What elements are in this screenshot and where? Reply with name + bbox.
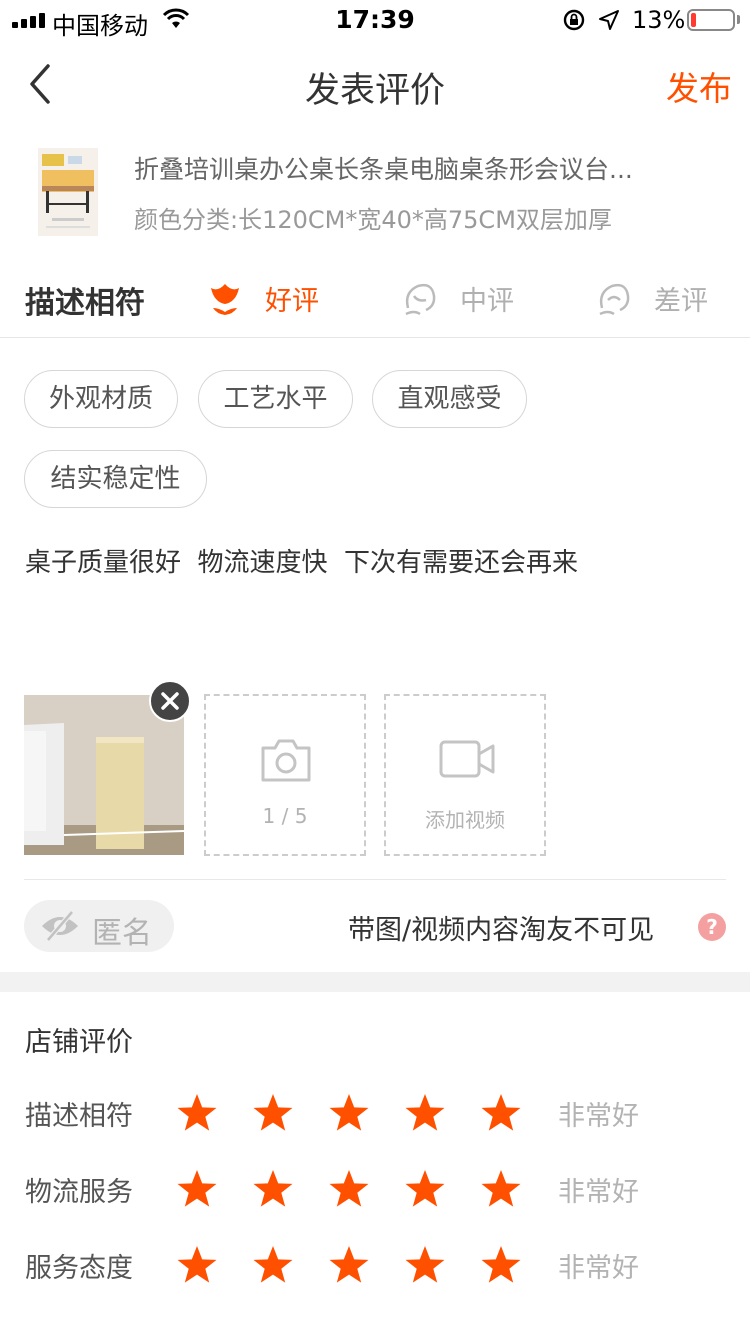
shop-review-row-label: 描述相符 [25,1101,133,1132]
nav-bar: 发表评价 发布 [0,40,750,128]
shop-review-row: 描述相符 非常好 [0,1084,750,1144]
rating-option-bad[interactable]: 差评 [594,276,708,320]
visibility-notice: 带图/视频内容淘友不可见 [348,915,655,946]
add-video-button[interactable]: 添加视频 [384,694,546,856]
star-icon[interactable] [328,1092,370,1134]
anonymous-toggle[interactable]: 匿名 [24,900,174,952]
rating-option-bad-label: 差评 [654,285,708,317]
star-icon[interactable] [252,1092,294,1134]
battery-icon [687,9,735,31]
product-name: 折叠培训桌办公桌长条桌电脑桌条形会议台... [134,155,633,184]
star-icon[interactable] [480,1244,522,1286]
star-icon[interactable] [252,1244,294,1286]
orientation-lock-icon [563,9,585,31]
publish-button[interactable]: 发布 [666,62,732,110]
product-summary: 折叠培训桌办公桌长条桌电脑桌条形会议台... 颜色分类:长120CM*宽40*高… [0,138,750,248]
shop-review-verdict: 非常好 [558,1177,639,1208]
rating-row: 描述相符 好评 中评 差评 [0,258,750,338]
star-icon[interactable] [252,1168,294,1210]
star-icon[interactable] [404,1168,446,1210]
battery-cap [737,15,740,24]
rating-option-neutral-label: 中评 [460,285,514,317]
eye-off-icon [42,910,78,942]
shop-review-row: 服务态度 非常好 [0,1236,750,1296]
star-icon[interactable] [404,1244,446,1286]
shop-review-row-label: 服务态度 [25,1253,133,1284]
tag-chip[interactable]: 外观材质 [24,370,178,428]
video-camera-icon [439,740,495,778]
shop-review-verdict: 非常好 [558,1101,639,1132]
tag-chip[interactable]: 结实稳定性 [24,450,207,508]
add-video-label: 添加视频 [425,808,505,832]
product-image [38,148,98,236]
anonymous-label: 匿名 [92,916,152,951]
divider [24,879,726,880]
battery-percent: 13% [632,6,686,34]
rating-option-neutral[interactable]: 中评 [400,276,514,320]
rating-label: 描述相符 [25,286,145,321]
star-icon[interactable] [176,1168,218,1210]
remove-photo-button[interactable] [149,680,191,722]
rating-option-good[interactable]: 好评 [205,276,319,320]
star-icon[interactable] [480,1168,522,1210]
product-thumbnail [38,148,98,236]
product-spec: 颜色分类:长120CM*宽40*高75CM双层加厚 [134,206,612,234]
photo-count: 1 / 5 [262,804,308,828]
shop-review-row-label: 物流服务 [25,1177,133,1208]
tag-chip[interactable]: 直观感受 [372,370,527,428]
star-icon[interactable] [176,1244,218,1286]
status-bar: 中国移动 17:39 13% [0,0,750,40]
battery-level-fill [691,13,696,27]
add-photo-button[interactable]: 1 / 5 [204,694,366,856]
star-icon[interactable] [404,1092,446,1134]
tag-chip[interactable]: 工艺水平 [198,370,353,428]
section-separator [0,972,750,992]
close-circle-icon [161,692,179,710]
face-bad-icon [599,283,630,316]
question-circle-icon[interactable]: ? [698,913,726,941]
star-icon[interactable] [328,1168,370,1210]
camera-icon [261,739,311,782]
star-icon[interactable] [328,1244,370,1286]
location-arrow-icon [599,10,619,30]
shop-review-row: 物流服务 非常好 [0,1160,750,1220]
star-icon[interactable] [176,1092,218,1134]
star-icon[interactable] [480,1092,522,1134]
rating-option-good-label: 好评 [265,285,319,317]
flower-good-icon [211,284,239,315]
review-text-input[interactable]: 桌子质量很好 物流速度快 下次有需要还会再来 [25,542,725,662]
page-title: 发表评价 [304,71,445,111]
face-neutral-icon [405,283,436,316]
shop-review-title: 店铺评价 [25,1027,133,1058]
shop-review-verdict: 非常好 [558,1253,639,1284]
